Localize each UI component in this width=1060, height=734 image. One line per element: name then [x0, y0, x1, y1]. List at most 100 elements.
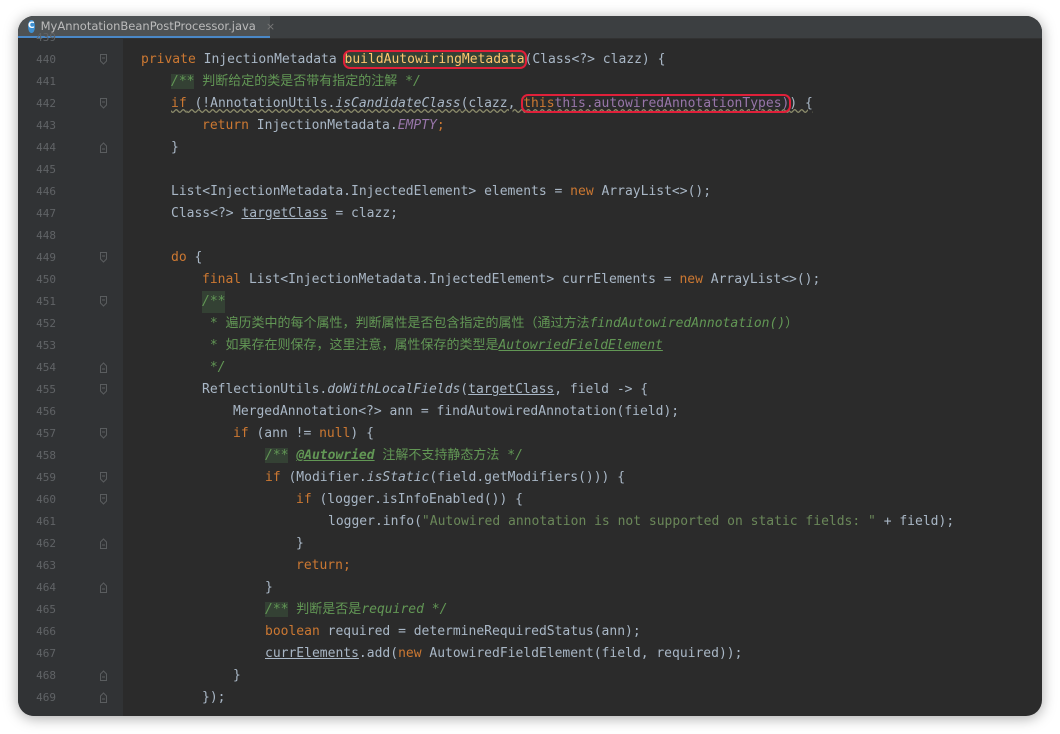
- code-text: MergedAnnotation<?> ann = findAutowiredA…: [233, 404, 680, 419]
- code-line: 447 Class<?> targetClass = clazz;: [18, 203, 1042, 225]
- code-line: 443 return InjectionMetadata.EMPTY;: [18, 115, 1042, 137]
- line-number: 448: [36, 229, 56, 242]
- fold-marker-icon[interactable]: [100, 384, 107, 395]
- line-number: 444: [36, 141, 56, 154]
- line-number: 458: [36, 449, 56, 462]
- code-text: if (Modifier.isStatic(field.getModifiers…: [265, 470, 626, 485]
- code-text: Class<?> targetClass = clazz;: [171, 206, 398, 221]
- line-number: 468: [36, 669, 56, 682]
- fold-marker-icon[interactable]: [100, 538, 107, 549]
- code-text: /**: [202, 291, 226, 313]
- fold-marker-icon[interactable]: [100, 670, 107, 681]
- code-text: * 如果存在则保存，这里注意，属性保存的类型是AutowriedFieldEle…: [202, 338, 663, 353]
- code-line: 442 if (!AnnotationUtils.isCandidateClas…: [18, 93, 1042, 115]
- fold-marker-icon[interactable]: [100, 692, 107, 703]
- line-number: 454: [36, 361, 56, 374]
- code-line: 456 MergedAnnotation<?> ann = findAutowi…: [18, 401, 1042, 423]
- line-number: 467: [36, 647, 56, 660]
- code-line: 439: [18, 27, 1042, 49]
- line-number: 449: [36, 251, 56, 264]
- line-number: 456: [36, 405, 56, 418]
- code-line: 449 do {: [18, 247, 1042, 269]
- code-text: private InjectionMetadata buildAutowirin…: [141, 50, 666, 69]
- method-name-highlight: buildAutowiringMetadata: [342, 50, 527, 69]
- code-line: 452 * 遍历类中的每个属性，判断属性是否包含指定的属性（通过方法findAu…: [18, 313, 1042, 335]
- code-text: ReflectionUtils.doWithLocalFields(target…: [202, 382, 649, 397]
- code-line: 466 boolean required = determineRequired…: [18, 621, 1042, 643]
- fold-marker-icon[interactable]: [100, 54, 107, 65]
- fold-marker-icon[interactable]: [100, 142, 107, 153]
- code-text: }: [296, 536, 304, 551]
- code-line: 441 /** 判断给定的类是否带有指定的注解 */: [18, 71, 1042, 93]
- code-line: 454 */: [18, 357, 1042, 379]
- line-number: 462: [36, 537, 56, 550]
- code-text: do {: [171, 250, 203, 265]
- code-text: return InjectionMetadata.EMPTY;: [202, 118, 445, 133]
- code-text: /** @Autowried 注解不支持静态方法 */: [265, 448, 523, 463]
- code-line: 444 }: [18, 137, 1042, 159]
- annotation-types-highlight: thisthis.autowiredAnnotationTypes): [521, 94, 792, 113]
- code-line: 453 * 如果存在则保存，这里注意，属性保存的类型是AutowriedFiel…: [18, 335, 1042, 357]
- line-number: 457: [36, 427, 56, 440]
- line-number: 453: [36, 339, 56, 352]
- fold-marker-icon[interactable]: [100, 296, 107, 307]
- code-line: 465 /** 判断是否是required */: [18, 599, 1042, 621]
- code-line: 463 return;: [18, 555, 1042, 577]
- line-number: 464: [36, 581, 56, 594]
- code-text: if (logger.isInfoEnabled()) {: [296, 492, 523, 507]
- code-text: /** 判断给定的类是否带有指定的注解 */: [171, 74, 421, 89]
- fold-marker-icon[interactable]: [100, 252, 107, 263]
- code-text: }: [233, 668, 241, 683]
- code-text: return;: [296, 558, 351, 573]
- line-number: 450: [36, 273, 56, 286]
- code-line: 462 }: [18, 533, 1042, 555]
- code-line: 446 List<InjectionMetadata.InjectedEleme…: [18, 181, 1042, 203]
- code-text: */: [202, 360, 226, 375]
- code-line: 467 currElements.add(new AutowiredFieldE…: [18, 643, 1042, 665]
- line-number: 469: [36, 691, 56, 704]
- code-editor[interactable]: 439 440 private InjectionMetadata buildA…: [18, 31, 1042, 716]
- code-text: }: [265, 580, 273, 595]
- line-number: 446: [36, 185, 56, 198]
- code-text: });: [202, 690, 226, 705]
- line-number: 455: [36, 383, 56, 396]
- code-text: currElements.add(new AutowiredFieldEleme…: [265, 646, 743, 661]
- code-line: 460 if (logger.isInfoEnabled()) {: [18, 489, 1042, 511]
- fold-marker-icon[interactable]: [100, 362, 107, 373]
- line-number: 463: [36, 559, 56, 572]
- code-text: final List<InjectionMetadata.InjectedEle…: [202, 272, 821, 287]
- code-line: 461 logger.info("Autowired annotation is…: [18, 511, 1042, 533]
- code-line: 458 /** @Autowried 注解不支持静态方法 */: [18, 445, 1042, 467]
- fold-marker-icon[interactable]: [100, 582, 107, 593]
- line-number: 451: [36, 295, 56, 308]
- code-text: /** 判断是否是required */: [265, 602, 448, 617]
- line-number: 466: [36, 625, 56, 638]
- code-text: logger.info("Autowired annotation is not…: [328, 514, 955, 529]
- line-number: 461: [36, 515, 56, 528]
- code-line: 451 /**: [18, 291, 1042, 313]
- code-line: 464 }: [18, 577, 1042, 599]
- code-text: }: [171, 140, 179, 155]
- code-line: 459 if (Modifier.isStatic(field.getModif…: [18, 467, 1042, 489]
- fold-marker-icon[interactable]: [100, 428, 107, 439]
- fold-marker-icon[interactable]: [100, 472, 107, 483]
- line-number: 460: [36, 493, 56, 506]
- fold-marker-icon[interactable]: [100, 98, 107, 109]
- code-text: if (!AnnotationUtils.isCandidateClass(cl…: [171, 94, 813, 113]
- code-line: 445: [18, 159, 1042, 181]
- ide-window: C MyAnnotationBeanPostProcessor.java × 4…: [18, 16, 1042, 716]
- code-text: * 遍历类中的每个属性，判断属性是否包含指定的属性（通过方法findAutowi…: [202, 316, 799, 331]
- line-number: 441: [36, 75, 56, 88]
- code-text: List<InjectionMetadata.InjectedElement> …: [171, 184, 712, 199]
- line-number: 445: [36, 163, 56, 176]
- fold-marker-icon[interactable]: [100, 494, 107, 505]
- line-number: 443: [36, 119, 56, 132]
- code-line: 450 final List<InjectionMetadata.Injecte…: [18, 269, 1042, 291]
- code-line: 455 ReflectionUtils.doWithLocalFields(ta…: [18, 379, 1042, 401]
- code-line: 469 });: [18, 687, 1042, 709]
- line-number: 452: [36, 317, 56, 330]
- line-number: 459: [36, 471, 56, 484]
- code-text: boolean required = determineRequiredStat…: [265, 624, 641, 639]
- code-line: 448: [18, 225, 1042, 247]
- line-number: 442: [36, 97, 56, 110]
